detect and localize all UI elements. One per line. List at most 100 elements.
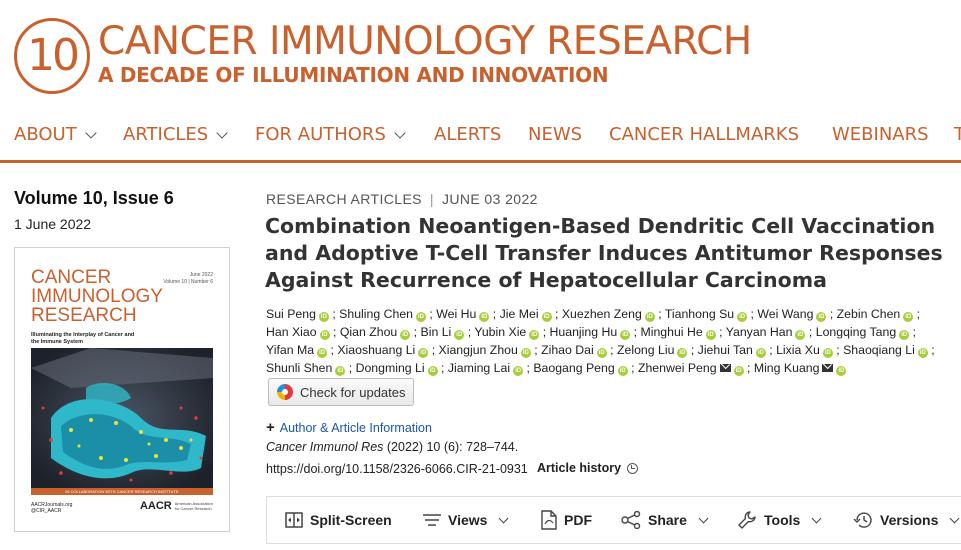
author-name[interactable]: Yifan Ma	[266, 343, 314, 357]
author-name[interactable]: Xiangjun Zhou	[439, 343, 518, 357]
issue-date: 1 June 2022	[14, 216, 92, 232]
orcid-icon[interactable]: iD	[454, 330, 465, 340]
orcid-icon[interactable]: iD	[617, 366, 628, 376]
orcid-icon[interactable]: iD	[400, 330, 411, 340]
orcid-icon[interactable]: iD	[795, 330, 806, 340]
orcid-icon[interactable]: iD	[596, 348, 607, 358]
orcid-icon[interactable]: iD	[705, 330, 716, 340]
split-screen-button[interactable]: Split-Screen	[285, 497, 392, 543]
author-name[interactable]: Jiaming Lai	[448, 361, 510, 375]
author-name[interactable]: Wei Hu	[436, 307, 476, 321]
orcid-icon[interactable]: iD	[903, 312, 914, 322]
share-icon	[621, 511, 641, 529]
check-for-updates-button[interactable]: Check for updates	[268, 378, 414, 406]
chevron-down-icon	[498, 513, 509, 523]
orcid-icon[interactable]: iD	[418, 348, 429, 358]
orcid-icon[interactable]: iD	[733, 366, 744, 376]
article-history-button[interactable]: Article history	[537, 461, 639, 475]
orcid-icon[interactable]: iD	[479, 312, 490, 322]
author-name[interactable]: Baogang Peng	[533, 361, 614, 375]
journal-masthead[interactable]: 10 CANCER IMMUNOLOGY RESEARCH A DECADE O…	[14, 18, 774, 94]
doi-link[interactable]: https://doi.org/10.1158/2326-6066.CIR-21…	[266, 462, 528, 476]
orcid-icon[interactable]: iD	[416, 312, 427, 322]
orcid-icon[interactable]: iD	[427, 366, 438, 376]
email-icon[interactable]	[822, 364, 834, 372]
nav-for-authors[interactable]: FOR AUTHORS	[255, 124, 406, 145]
share-dropdown[interactable]: Share	[621, 497, 709, 543]
nav-articles[interactable]: ARTICLES	[123, 124, 228, 145]
tools-dropdown[interactable]: Tools	[737, 497, 822, 543]
author-item: Qian Zhou iD	[340, 325, 411, 340]
nav-webinars[interactable]: WEBINARS	[832, 124, 929, 145]
author-name[interactable]: Han Xiao	[266, 325, 317, 339]
author-separator: ;	[428, 343, 439, 357]
author-name[interactable]: Xuezhen Zeng	[562, 307, 642, 321]
author-separator: ;	[551, 307, 562, 321]
author-name[interactable]: Zhenwei Peng	[638, 361, 717, 375]
orcid-icon[interactable]: iD	[541, 312, 552, 322]
author-name[interactable]: Zebin Chen	[837, 307, 901, 321]
author-name[interactable]: Minghui He	[640, 325, 702, 339]
email-icon[interactable]	[719, 364, 731, 372]
nav-alerts[interactable]: ALERTS	[434, 124, 501, 145]
author-item: Ming Kuang iD	[754, 361, 847, 376]
author-name[interactable]: Shaoqiang Li	[843, 343, 915, 357]
author-name[interactable]: Huanjing Hu	[550, 325, 618, 339]
citation: Cancer Immunol Res (2022) 10 (6): 728–74…	[266, 440, 519, 454]
orcid-icon[interactable]: iD	[737, 312, 748, 322]
author-name[interactable]: Yubin Xie	[474, 325, 526, 339]
author-separator: ;	[747, 307, 758, 321]
author-name[interactable]: Dongming Li	[356, 361, 425, 375]
orcid-icon[interactable]: iD	[319, 330, 330, 340]
author-name[interactable]: Wei Wang	[757, 307, 813, 321]
views-dropdown[interactable]: Views	[423, 497, 509, 543]
author-name[interactable]: Shunli Shen	[266, 361, 332, 375]
nav-about[interactable]: ABOUT	[14, 124, 97, 145]
author-name[interactable]: Bin Li	[421, 325, 452, 339]
author-name[interactable]: Xiaoshuang Li	[337, 343, 415, 357]
orcid-icon[interactable]: iD	[836, 366, 847, 376]
orcid-icon[interactable]: iD	[620, 330, 631, 340]
author-name[interactable]: Sui Peng	[266, 307, 316, 321]
orcid-icon[interactable]: iD	[317, 348, 328, 358]
orcid-icon[interactable]: iD	[513, 366, 524, 376]
author-separator: ;	[765, 343, 777, 357]
author-article-info-toggle[interactable]: + Author & Article Information	[266, 419, 432, 436]
author-name[interactable]: Tianhong Su	[665, 307, 734, 321]
orcid-icon[interactable]: iD	[677, 348, 688, 358]
clock-history-icon	[853, 512, 872, 528]
orcid-icon[interactable]: iD	[318, 312, 329, 322]
orcid-icon[interactable]: iD	[520, 348, 531, 358]
nav-cancer-hallmarks[interactable]: CANCER HALLMARKS	[609, 124, 799, 145]
orcid-icon[interactable]: iD	[529, 330, 540, 340]
orcid-icon[interactable]: iD	[899, 330, 910, 340]
nav-truncated-item[interactable]: T	[954, 124, 961, 145]
author-name[interactable]: Jiehui Tan	[698, 343, 753, 357]
author-name[interactable]: Ming Kuang	[754, 361, 820, 375]
orcid-icon[interactable]: iD	[335, 366, 346, 376]
author-name[interactable]: Lixia Xu	[776, 343, 820, 357]
author-item: Xiaoshuang Li iD	[337, 343, 429, 358]
orcid-icon[interactable]: iD	[917, 348, 928, 358]
issue-cover[interactable]: CANCER IMMUNOLOGY RESEARCH June 2022 Vol…	[14, 247, 230, 532]
author-item: Wei Wang iD	[757, 307, 827, 322]
author-name[interactable]: Qian Zhou	[340, 325, 397, 339]
nav-news[interactable]: NEWS	[528, 124, 582, 145]
author-name[interactable]: Longqing Tang	[816, 325, 896, 339]
author-separator: ;	[805, 325, 816, 339]
pdf-button[interactable]: PDF	[541, 497, 592, 543]
orcid-icon[interactable]: iD	[644, 312, 655, 322]
article-category[interactable]: RESEARCH ARTICLES	[266, 191, 422, 207]
author-name[interactable]: Zelong Liu	[617, 343, 674, 357]
orcid-icon[interactable]: iD	[755, 348, 766, 358]
issue-title[interactable]: Volume 10, Issue 6	[14, 188, 174, 209]
author-name[interactable]: Zihao Dai	[541, 343, 594, 357]
author-item: Huanjing Hu iD	[550, 325, 631, 340]
orcid-icon[interactable]: iD	[822, 348, 833, 358]
author-name[interactable]: Shuling Chen	[339, 307, 413, 321]
author-name[interactable]: Yanyan Han	[726, 325, 793, 339]
versions-dropdown[interactable]: Versions	[853, 497, 960, 543]
author-name[interactable]: Jie Mei	[500, 307, 539, 321]
author-separator: ;	[913, 307, 921, 321]
orcid-icon[interactable]: iD	[816, 312, 827, 322]
